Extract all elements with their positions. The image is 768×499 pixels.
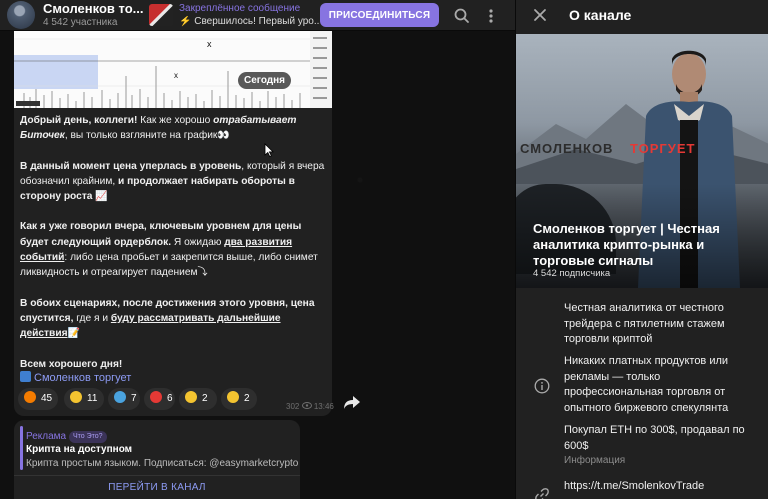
go-to-channel-button[interactable]: ПЕРЕЙТИ В КАНАЛ: [14, 476, 300, 499]
ad-text: Крипта простым языком. Подписаться: @eas…: [26, 458, 299, 469]
reaction-emoji-icon: [185, 391, 197, 403]
pinned-thumbnail: [149, 4, 173, 26]
chat-header: Смоленков то... 4 542 участника Закреплё…: [0, 0, 515, 31]
reaction-chip[interactable]: 11: [64, 388, 104, 410]
reaction-count: 2: [202, 393, 208, 404]
reaction-chip[interactable]: 7: [108, 388, 140, 410]
reaction-count: 2: [244, 393, 250, 404]
post-paragraph: Всем хорошего дня!: [20, 358, 123, 370]
close-icon[interactable]: [532, 7, 548, 23]
channel-post: x x Сегодня Добрый день, коллеги! Как же…: [14, 31, 334, 416]
channel-member-count: 4 542 участника: [43, 17, 118, 28]
sponsored-message: Реклама Что Это? Крипта на доступном Кри…: [14, 420, 300, 499]
channel-avatar[interactable]: [7, 1, 35, 29]
post-paragraph: Как я уже говорил вчера, ключевым уровне…: [20, 221, 318, 279]
channel-link[interactable]: https://t.me/SmolenkovTrade: [564, 479, 759, 495]
description-text: Честная аналитика от честного трейдера с…: [564, 302, 725, 345]
post-time: 13:46: [313, 402, 334, 411]
ad-title: Крипта на доступном: [26, 444, 133, 455]
panel-title: О канале: [569, 7, 632, 23]
ad-label: Реклама: [26, 431, 67, 442]
search-icon[interactable]: [451, 5, 473, 27]
ad-what-is-button[interactable]: Что Это?: [69, 431, 107, 443]
reaction-count: 7: [131, 393, 137, 404]
post-paragraph: В обоих сценариях, после достижения этог…: [20, 297, 315, 340]
subscriber-count: 4 542 подписчика: [533, 268, 611, 279]
channel-cover-photo[interactable]: СМОЛЕНКОВ ТОРГУЕТ Смоленков торгует | Чес…: [516, 34, 768, 288]
post-signature[interactable]: Смоленков торгует: [20, 371, 131, 384]
pinned-message[interactable]: Закреплённое сообщение ⚡ Свершилось! Пер…: [141, 0, 319, 31]
svg-text:x: x: [207, 39, 212, 49]
reaction-emoji-icon: [227, 391, 239, 403]
reaction-count: 45: [41, 393, 53, 404]
post-chart-image[interactable]: x x: [14, 31, 332, 108]
channel-info-panel: О канале СМОЛЕНКОВ ТОРГУЕТ Смоленков торг…: [515, 0, 768, 499]
info-caption: Информация: [564, 455, 626, 466]
ad-accent-bar: [20, 426, 23, 470]
reaction-emoji-icon: [114, 391, 126, 403]
reaction-chip[interactable]: 2: [179, 388, 217, 410]
link-icon: [534, 487, 550, 499]
svg-text:x: x: [174, 71, 178, 80]
post-text: Добрый день, коллеги! Как же хорошо отра…: [20, 113, 325, 387]
mouse-cursor-icon: [264, 143, 274, 158]
reaction-emoji-icon: [70, 391, 82, 403]
post-paragraph: Добрый день, коллеги! Как же хорошо отра…: [20, 115, 297, 142]
reaction-chip[interactable]: 45: [18, 388, 58, 410]
post-paragraph: В данный момент цена уперлась в уровень,…: [20, 160, 325, 203]
share-icon[interactable]: [343, 394, 361, 410]
channel-name: Смоленков торгует | Честная аналитика кр…: [533, 221, 720, 268]
info-icon: [534, 378, 550, 394]
reaction-count: 11: [87, 393, 98, 404]
date-pill: Сегодня: [238, 72, 292, 89]
description-text: Никаких платных продуктов или рекламы — …: [564, 355, 729, 414]
reaction-emoji-icon: [150, 391, 162, 403]
reaction-count: 6: [167, 393, 173, 404]
join-button[interactable]: ПРИСОЕДИНИТЬСЯ: [320, 3, 439, 27]
reaction-chip[interactable]: 6: [144, 388, 175, 410]
description-text: Покупал ETH по 300$, продавал по 600$: [564, 424, 745, 452]
pinned-label: Закреплённое сообщение: [179, 3, 301, 14]
more-vertical-icon[interactable]: [481, 5, 501, 27]
eye-icon: [301, 402, 314, 411]
reaction-emoji-icon: [24, 391, 36, 403]
pinned-text: ⚡ Свершилось! Первый уро...: [179, 16, 319, 27]
channel-title[interactable]: Смоленков то...: [43, 1, 143, 16]
reaction-chip[interactable]: 2: [221, 388, 257, 410]
chat-pane: Смоленков то... 4 542 участника Закреплё…: [0, 0, 515, 499]
view-count: 302: [286, 402, 300, 411]
post-meta: 302 13:46: [286, 402, 334, 411]
channel-icon: [20, 371, 31, 382]
